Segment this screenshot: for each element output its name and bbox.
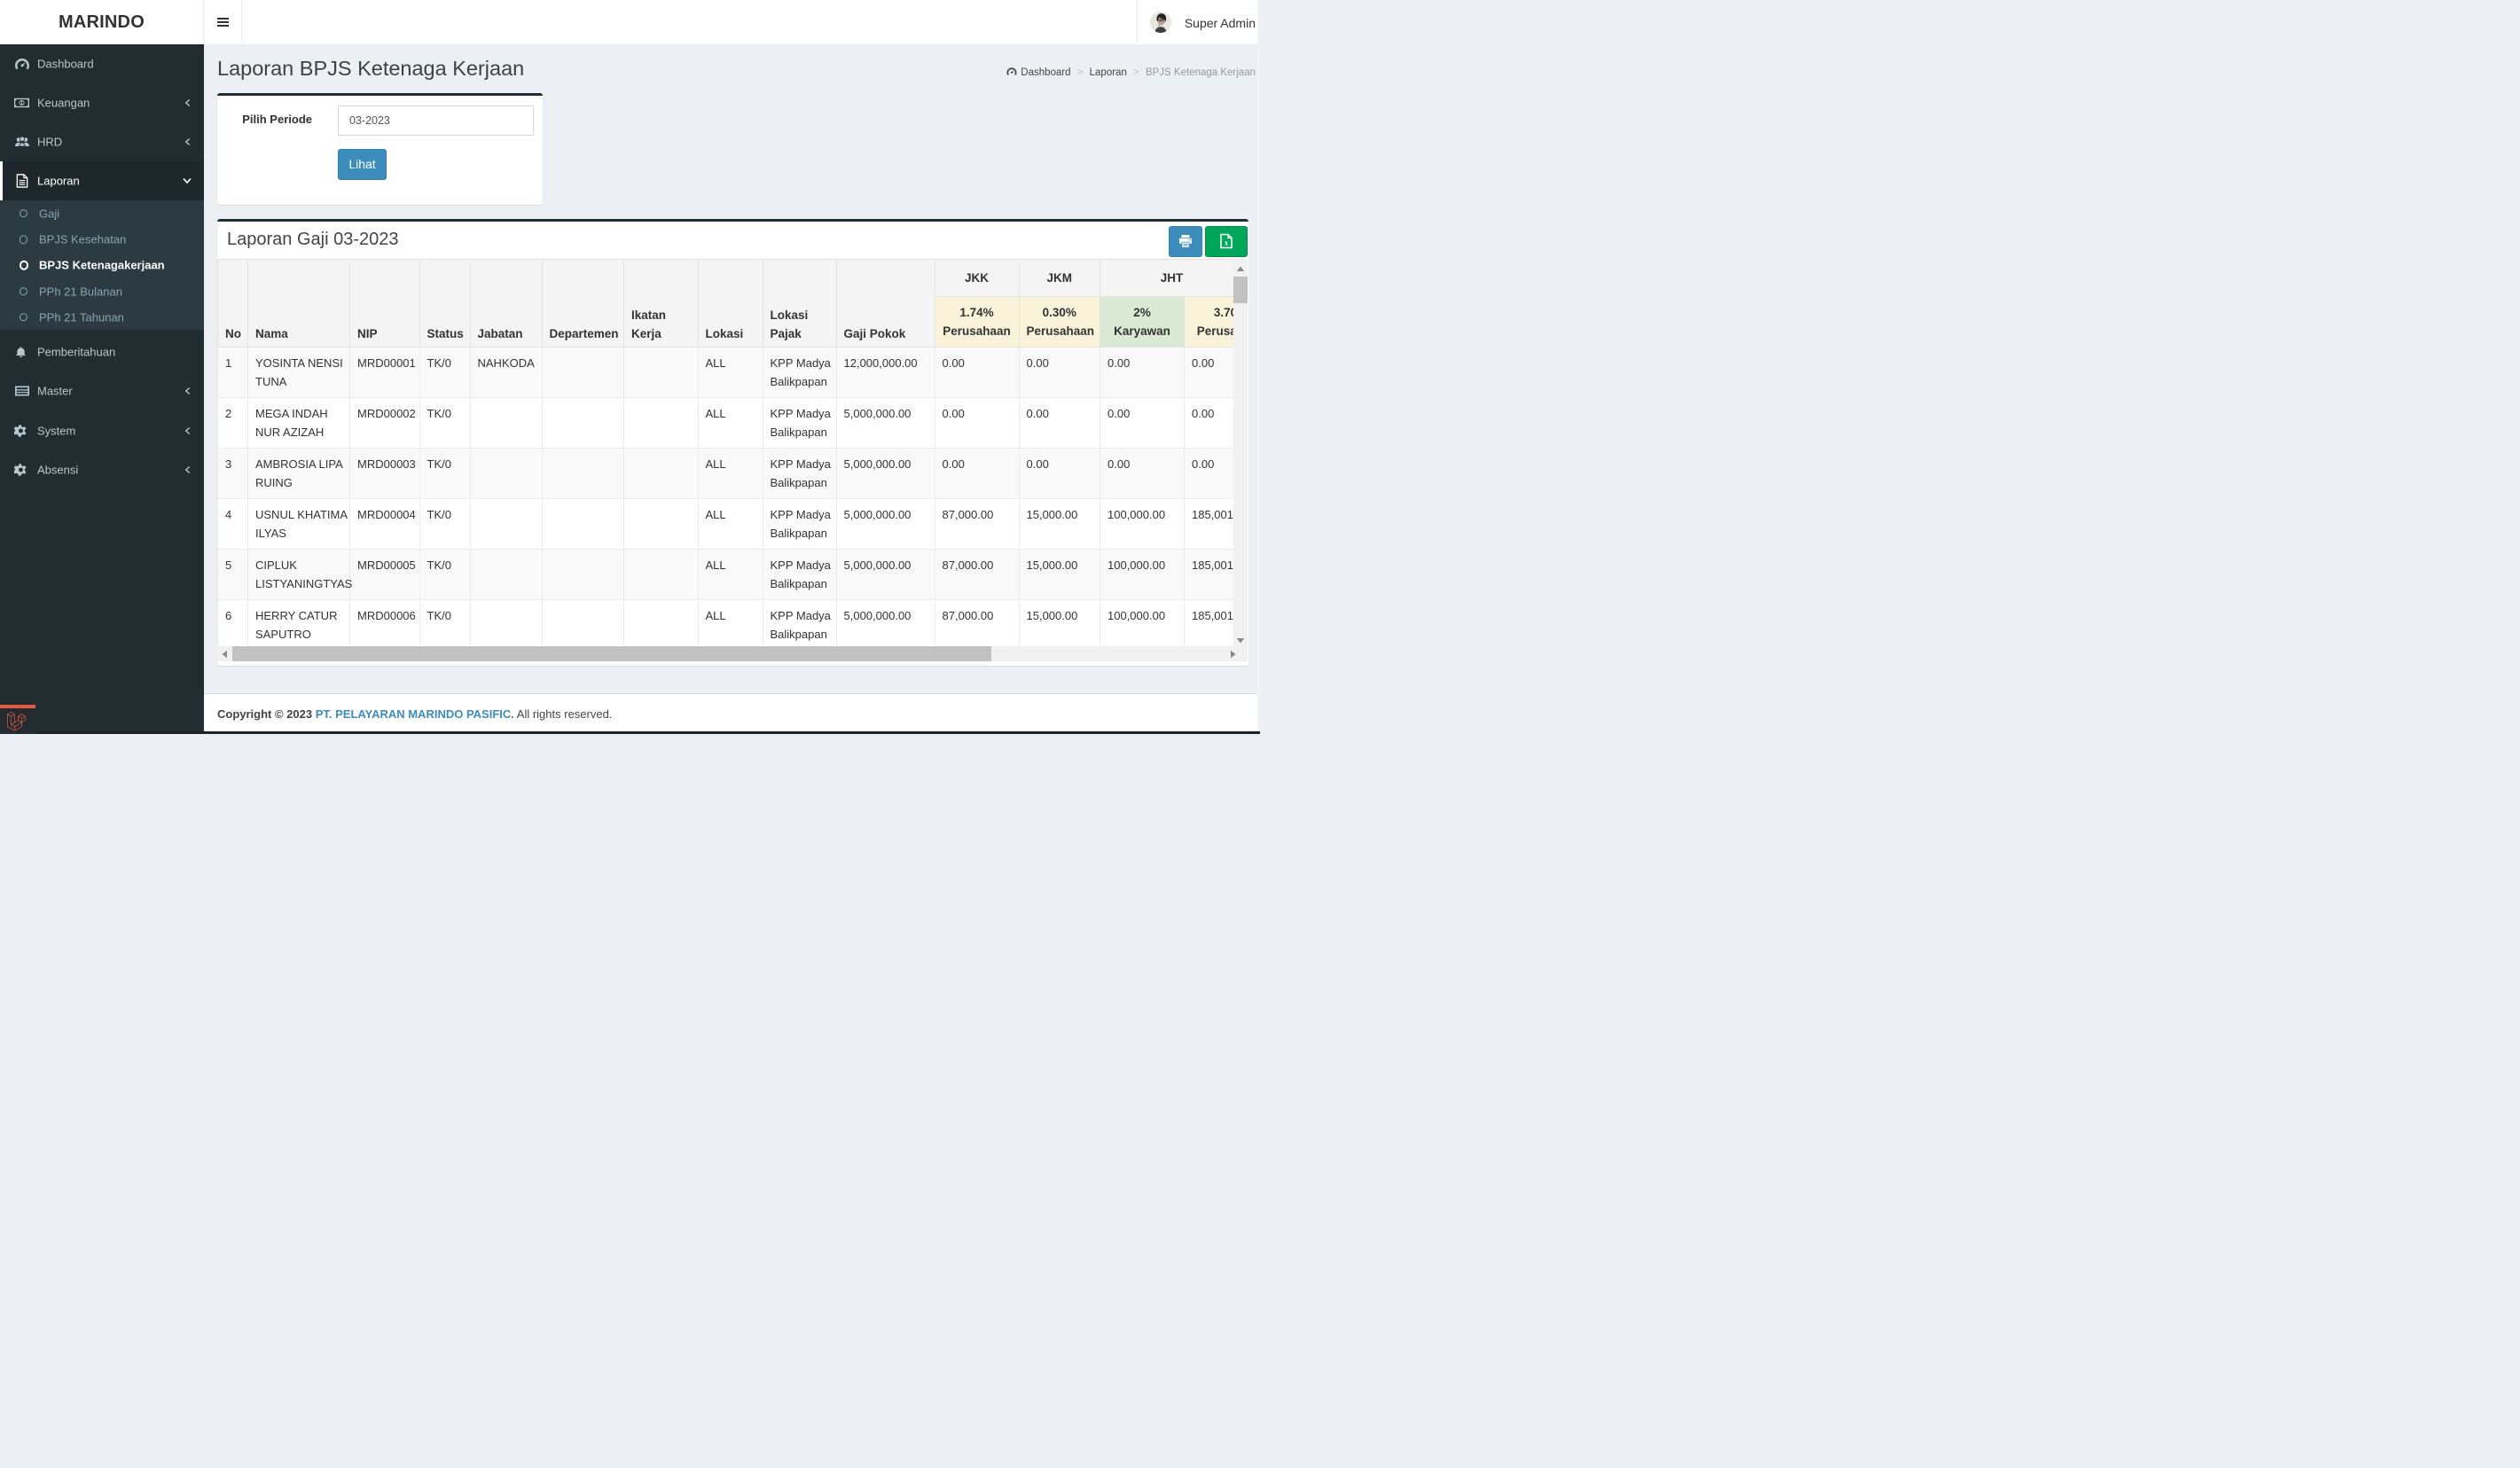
svg-text:x: x: [1225, 238, 1229, 247]
svg-text:1: 1: [20, 101, 23, 106]
